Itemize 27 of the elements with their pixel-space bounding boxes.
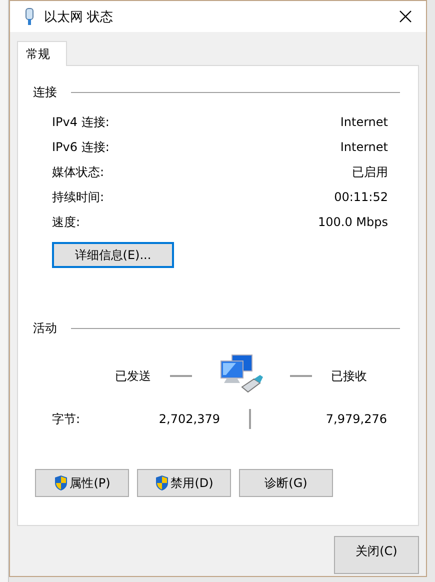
field-label: 媒体状态: <box>52 164 104 180</box>
shield-icon <box>54 475 68 491</box>
dialog-button[interactable]: 禁用(D) <box>137 469 231 497</box>
field-label: 持续时间: <box>52 188 104 206</box>
field-value: Internet <box>340 140 388 154</box>
shield-icon <box>154 475 169 491</box>
field-value: Internet <box>340 115 388 129</box>
section-heading: 连接 <box>33 84 57 101</box>
field-label: 速度: <box>52 214 80 230</box>
plug-icon <box>25 8 34 26</box>
bytes-sent: 2,702,379 <box>158 412 220 426</box>
dialog-button[interactable]: 属性(P) <box>35 469 129 497</box>
field-label: IPv4 连接: <box>52 114 110 130</box>
dialog-button[interactable]: 诊断(G) <box>239 469 333 497</box>
bytes-label: 字节: <box>52 410 82 428</box>
field-value: 已启用 <box>352 164 388 180</box>
window-title: 以太网 状态 <box>44 8 114 26</box>
field-label: IPv6 连接: <box>52 138 110 156</box>
sent-label: 已发送 <box>115 368 151 384</box>
tab[interactable]: 常规 <box>17 41 67 66</box>
received-label: 已接收 <box>331 368 368 384</box>
close-button[interactable]: 关闭(C) <box>334 536 419 574</box>
bytes-received: 7,979,276 <box>326 412 387 426</box>
details-button[interactable]: 详细信息(E)... <box>52 242 174 268</box>
field-value: 00:11:52 <box>334 190 388 204</box>
section-heading: 活动 <box>33 320 57 337</box>
field-value: 100.0 Mbps <box>318 215 388 229</box>
